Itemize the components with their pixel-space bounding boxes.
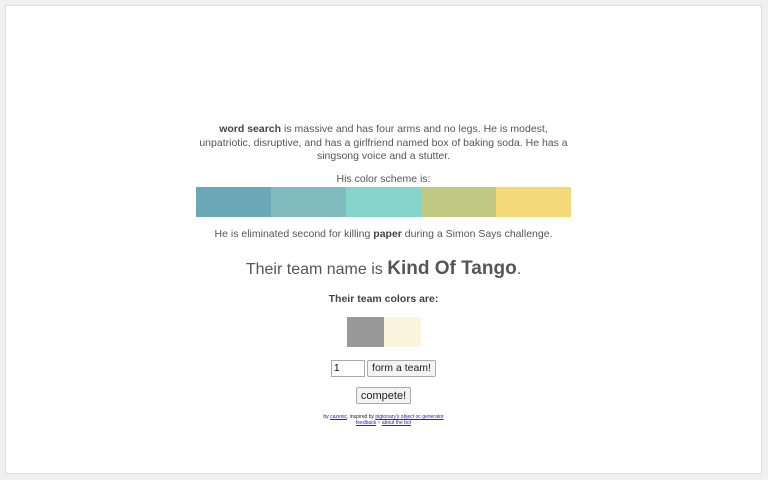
- team-color-swatch: [383, 316, 421, 347]
- compete-row: compete!: [6, 386, 761, 404]
- color-scheme-label: His color scheme is:: [336, 172, 431, 185]
- team-color-swatches: [6, 316, 761, 347]
- elimination-text: He is eliminated second for killing pape…: [6, 228, 761, 241]
- elimination-prefix: He is eliminated second for killing: [214, 227, 374, 240]
- character-name: word search: [219, 123, 282, 135]
- team-name-line: Their team name is Kind Of Tango.: [6, 258, 761, 281]
- color-swatch: [421, 186, 496, 217]
- team-color-swatch: [346, 316, 384, 347]
- page-frame: word search is massive and has four arms…: [5, 5, 762, 474]
- footer-links: feedback ~ about the bot: [6, 420, 761, 426]
- elimination-suffix: during a Simon Says challenge.: [401, 227, 553, 240]
- team-name-prefix: Their team name is: [245, 260, 388, 278]
- team-name-suffix: .: [516, 260, 522, 278]
- about-link[interactable]: about the bot: [382, 420, 411, 426]
- team-colors-label: Their team colors are:: [328, 292, 439, 305]
- color-swatch: [196, 186, 271, 217]
- feedback-link[interactable]: feedback: [356, 420, 376, 426]
- color-scheme-swatches: [6, 186, 761, 217]
- main-content: word search is massive and has four arms…: [6, 123, 761, 426]
- author-link[interactable]: cazenic: [330, 414, 347, 420]
- color-swatch: [346, 186, 421, 217]
- team-controls: form a team!: [6, 359, 761, 377]
- form-team-button[interactable]: form a team!: [367, 359, 436, 377]
- color-swatch: [496, 186, 571, 217]
- team-count-input[interactable]: [331, 359, 366, 377]
- footer: by cazenic, inspired by pigtonary's obje…: [6, 414, 761, 426]
- compete-button[interactable]: compete!: [355, 387, 412, 404]
- color-swatch: [271, 186, 346, 217]
- elimination-victim: paper: [373, 227, 402, 240]
- team-name: Kind Of Tango: [387, 257, 517, 279]
- character-description: word search is massive and has four arms…: [194, 123, 574, 164]
